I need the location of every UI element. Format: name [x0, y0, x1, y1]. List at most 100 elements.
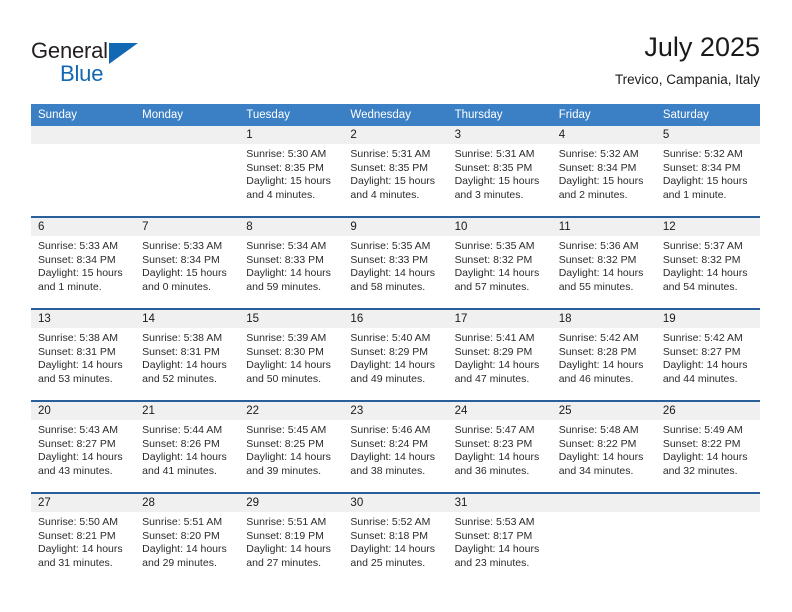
calendar-day-cell[interactable]: 4 Sunrise: 5:32 AM Sunset: 8:34 PM Daylight… [551, 126, 656, 217]
daylight-duration-line2: and 29 minutes. [142, 556, 217, 569]
calendar-day-cell[interactable]: 15 Sunrise: 5:39 AM Sunset: 8:30 PM Dayligh… [239, 308, 344, 401]
day-number: 3 [447, 126, 552, 144]
sunrise-time: Sunrise: 5:51 AM [142, 516, 223, 528]
day-details: Sunrise: 5:34 AM Sunset: 8:33 PM Daylight:… [239, 236, 343, 294]
day-number: 28 [135, 494, 240, 512]
daylight-duration-line1: Daylight: 15 hours [350, 175, 436, 188]
calendar-week-row: 13 Sunrise: 5:38 AM Sunset: 8:31 PM Dayligh… [31, 308, 760, 401]
sunset-time: Sunset: 8:32 PM [662, 253, 741, 266]
day-details: Sunrise: 5:35 AM Sunset: 8:33 PM Daylight:… [343, 236, 447, 294]
day-details: Sunrise: 5:51 AM Sunset: 8:19 PM Daylight:… [239, 512, 343, 570]
sunrise-time: Sunrise: 5:34 AM [246, 240, 327, 252]
day-number: 29 [239, 494, 344, 512]
daylight-duration-line1: Daylight: 14 hours [454, 267, 540, 280]
sunset-time: Sunset: 8:34 PM [142, 253, 220, 266]
calendar-day-cell[interactable]: 12 Sunrise: 5:37 AM Sunset: 8:32 PM Dayligh… [655, 216, 760, 309]
general-blue-logo[interactable]: General Blue [31, 38, 161, 90]
sunset-time: Sunset: 8:17 PM [454, 529, 533, 542]
day-details: Sunrise: 5:38 AM Sunset: 8:31 PM Daylight:… [135, 328, 239, 386]
calendar-day-cell[interactable]: 26 Sunrise: 5:49 AM Sunset: 8:22 PM Dayligh… [655, 400, 760, 493]
calendar-day-cell[interactable]: 3 Sunrise: 5:31 AM Sunset: 8:35 PM Daylight… [447, 126, 552, 217]
calendar-day-cell[interactable]: 18 Sunrise: 5:42 AM Sunset: 8:28 PM Dayligh… [551, 308, 656, 401]
day-number [31, 126, 136, 144]
daylight-duration-line2: and 38 minutes. [350, 464, 426, 477]
calendar-day-cell[interactable]: 21 Sunrise: 5:44 AM Sunset: 8:26 PM Dayligh… [135, 400, 240, 493]
sunrise-time: Sunrise: 5:33 AM [142, 240, 223, 252]
calendar-body: 1 Sunrise: 5:30 AM Sunset: 8:35 PM Daylight… [31, 126, 760, 584]
daylight-duration-line2: and 23 minutes. [454, 556, 530, 569]
calendar-day-cell[interactable]: 6 Sunrise: 5:33 AM Sunset: 8:34 PM Daylight… [31, 216, 136, 309]
daylight-duration-line2: and 53 minutes. [38, 372, 113, 385]
calendar-day-cell[interactable]: 28 Sunrise: 5:51 AM Sunset: 8:20 PM Dayligh… [135, 492, 240, 584]
sunrise-time: Sunrise: 5:38 AM [38, 332, 118, 344]
calendar-day-cell[interactable]: 16 Sunrise: 5:40 AM Sunset: 8:29 PM Dayligh… [343, 308, 448, 401]
day-details: Sunrise: 5:36 AM Sunset: 8:32 PM Daylight:… [552, 236, 656, 294]
calendar-day-cell[interactable]: 27 Sunrise: 5:50 AM Sunset: 8:21 PM Dayligh… [31, 492, 136, 584]
daylight-duration-line2: and 49 minutes. [350, 372, 426, 385]
calendar-day-cell[interactable]: 5 Sunrise: 5:32 AM Sunset: 8:34 PM Daylight… [655, 126, 760, 217]
calendar-day-cell-empty [135, 126, 240, 217]
day-details: Sunrise: 5:42 AM Sunset: 8:27 PM Daylight:… [656, 328, 760, 386]
calendar-day-cell[interactable]: 14 Sunrise: 5:38 AM Sunset: 8:31 PM Dayligh… [135, 308, 240, 401]
daylight-duration-line1: Daylight: 14 hours [38, 359, 123, 372]
calendar-day-cell[interactable]: 2 Sunrise: 5:31 AM Sunset: 8:35 PM Daylight… [343, 126, 448, 217]
calendar-day-cell[interactable]: 9 Sunrise: 5:35 AM Sunset: 8:33 PM Daylight… [343, 216, 448, 309]
day-details: Sunrise: 5:52 AM Sunset: 8:18 PM Daylight:… [343, 512, 447, 570]
sunrise-time: Sunrise: 5:33 AM [38, 240, 118, 252]
daylight-duration-line1: Daylight: 14 hours [558, 451, 644, 464]
sunset-time: Sunset: 8:21 PM [38, 529, 116, 542]
day-number: 31 [447, 494, 552, 512]
calendar-day-cell[interactable]: 29 Sunrise: 5:51 AM Sunset: 8:19 PM Dayligh… [239, 492, 344, 584]
calendar-day-cell[interactable]: 11 Sunrise: 5:36 AM Sunset: 8:32 PM Dayligh… [551, 216, 656, 309]
day-number: 16 [343, 310, 448, 328]
sunset-time: Sunset: 8:32 PM [558, 253, 637, 266]
sunrise-time: Sunrise: 5:53 AM [454, 516, 535, 528]
calendar-day-cell[interactable]: 19 Sunrise: 5:42 AM Sunset: 8:27 PM Dayligh… [655, 308, 760, 401]
sunrise-time: Sunrise: 5:52 AM [350, 516, 431, 528]
sunset-time: Sunset: 8:32 PM [454, 253, 533, 266]
day-number: 17 [447, 310, 552, 328]
day-details: Sunrise: 5:39 AM Sunset: 8:30 PM Daylight:… [239, 328, 343, 386]
daylight-duration-line2: and 43 minutes. [38, 464, 113, 477]
daylight-duration-line2: and 4 minutes. [246, 188, 316, 201]
sunset-time: Sunset: 8:20 PM [142, 529, 220, 542]
calendar-day-cell[interactable]: 8 Sunrise: 5:34 AM Sunset: 8:33 PM Daylight… [239, 216, 344, 309]
day-number: 18 [551, 310, 656, 328]
calendar-day-cell[interactable]: 20 Sunrise: 5:43 AM Sunset: 8:27 PM Dayligh… [31, 400, 136, 493]
sunset-time: Sunset: 8:19 PM [246, 529, 324, 542]
daylight-duration-line2: and 1 minute. [662, 188, 727, 201]
day-number: 23 [343, 402, 448, 420]
sunrise-time: Sunrise: 5:51 AM [246, 516, 327, 528]
calendar-day-cell[interactable]: 23 Sunrise: 5:46 AM Sunset: 8:24 PM Dayligh… [343, 400, 448, 493]
sunrise-time: Sunrise: 5:35 AM [454, 240, 535, 252]
day-number: 15 [239, 310, 344, 328]
calendar-day-cell[interactable]: 13 Sunrise: 5:38 AM Sunset: 8:31 PM Dayligh… [31, 308, 136, 401]
sunrise-time: Sunrise: 5:45 AM [246, 424, 327, 436]
page-subtitle: Trevico, Campania, Italy [614, 72, 760, 87]
calendar-day-cell[interactable]: 17 Sunrise: 5:41 AM Sunset: 8:29 PM Dayligh… [447, 308, 552, 401]
sunset-time: Sunset: 8:33 PM [350, 253, 429, 266]
calendar-day-cell[interactable]: 25 Sunrise: 5:48 AM Sunset: 8:22 PM Dayligh… [551, 400, 656, 493]
sunrise-time: Sunrise: 5:42 AM [558, 332, 639, 344]
calendar-week-row: 27 Sunrise: 5:50 AM Sunset: 8:21 PM Dayligh… [31, 492, 760, 584]
calendar-day-cell[interactable]: 22 Sunrise: 5:45 AM Sunset: 8:25 PM Dayligh… [239, 400, 344, 493]
sunrise-time: Sunrise: 5:48 AM [558, 424, 639, 436]
title-block: July 2025 Trevico, Campania, Italy [615, 30, 760, 90]
daylight-duration-line2: and 46 minutes. [558, 372, 634, 385]
calendar-day-cell[interactable]: 10 Sunrise: 5:35 AM Sunset: 8:32 PM Dayligh… [447, 216, 552, 309]
calendar-week-row: 6 Sunrise: 5:33 AM Sunset: 8:34 PM Daylight… [31, 216, 760, 309]
day-details: Sunrise: 5:46 AM Sunset: 8:24 PM Daylight:… [343, 420, 447, 478]
calendar-day-cell[interactable]: 31 Sunrise: 5:53 AM Sunset: 8:17 PM Dayligh… [447, 492, 552, 584]
calendar-day-cell[interactable]: 7 Sunrise: 5:33 AM Sunset: 8:34 PM Daylight… [135, 216, 240, 309]
calendar-day-cell[interactable]: 24 Sunrise: 5:47 AM Sunset: 8:23 PM Dayligh… [447, 400, 552, 493]
daylight-duration-line1: Daylight: 14 hours [350, 359, 436, 372]
daylight-duration-line1: Daylight: 14 hours [246, 543, 331, 556]
daylight-duration-line2: and 54 minutes. [662, 280, 738, 293]
sunset-time: Sunset: 8:35 PM [246, 161, 324, 174]
logo-text-blue: Blue [60, 61, 104, 86]
calendar-day-cell[interactable]: 30 Sunrise: 5:52 AM Sunset: 8:18 PM Dayligh… [343, 492, 448, 584]
weekday-header-tuesday: Tuesday [239, 104, 344, 126]
day-number [135, 126, 240, 144]
calendar-day-cell[interactable]: 1 Sunrise: 5:30 AM Sunset: 8:35 PM Daylight… [239, 126, 344, 217]
sunrise-time: Sunrise: 5:42 AM [662, 332, 743, 344]
